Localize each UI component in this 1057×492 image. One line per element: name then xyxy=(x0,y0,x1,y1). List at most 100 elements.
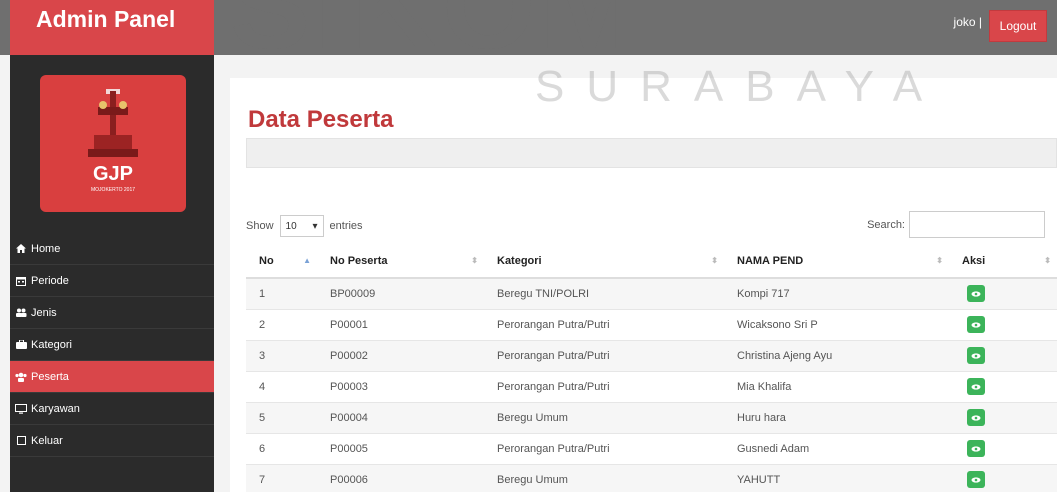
briefcase-icon xyxy=(14,340,28,349)
cell-kategori: Perorangan Putra/Putri xyxy=(484,339,724,371)
column-header-no-peserta[interactable]: No Peserta ⬍ xyxy=(317,244,484,279)
view-button[interactable] xyxy=(967,316,985,333)
show-label: Show xyxy=(246,220,274,232)
user-name: joko | xyxy=(953,15,982,29)
panel-header xyxy=(246,138,1057,168)
brand-title: Admin Panel xyxy=(10,0,214,55)
eye-icon xyxy=(971,291,981,297)
logo-subtext: MOJOKERTO 2017 xyxy=(91,187,135,193)
group-icon xyxy=(14,372,28,382)
cell-kategori: Perorangan Putra/Putri xyxy=(484,308,724,340)
table-row: 3 P00002 Perorangan Putra/Putri Christin… xyxy=(246,339,1057,371)
entries-value: 10 xyxy=(285,220,297,232)
cell-nama-pend: Huru hara xyxy=(724,401,949,433)
table-row: 2 P00001 Perorangan Putra/Putri Wicakson… xyxy=(246,308,1057,340)
table-row: 7 P00006 Beregu Umum YAHUTT xyxy=(246,463,1057,492)
cell-no-peserta: P00005 xyxy=(317,432,484,464)
chevron-down-icon: ▾ xyxy=(312,220,318,232)
table-row: 4 P00003 Perorangan Putra/Putri Mia Khal… xyxy=(246,370,1057,402)
sidebar-item-label: Jenis xyxy=(31,306,57,319)
home-icon xyxy=(14,244,28,253)
sort-icon: ⬍ xyxy=(471,256,478,265)
column-header-aksi[interactable]: Aksi ⬍ xyxy=(949,244,1057,279)
view-button[interactable] xyxy=(967,347,985,364)
sidebar-item-label: Home xyxy=(31,242,61,255)
cell-nama-pend: Wicaksono Sri P xyxy=(724,308,949,340)
sort-icon: ⬍ xyxy=(936,256,943,265)
cell-no: 2 xyxy=(246,308,317,340)
eye-icon xyxy=(971,445,981,452)
watermark: SURABAYA xyxy=(535,62,945,111)
cell-kategori: Beregu Umum xyxy=(484,401,724,433)
sidebar-item-karyawan[interactable]: Karyawan xyxy=(10,393,214,425)
cell-nama-pend: YAHUTT xyxy=(724,463,949,492)
table-row: 5 P00004 Beregu Umum Huru hara xyxy=(246,401,1057,433)
main-content: Data Peserta Show 10 ▾ entries Search: N… xyxy=(230,78,1057,492)
search-input[interactable] xyxy=(909,211,1045,238)
table-header-row: No ▲ No Peserta ⬍ Kategori ⬍ NAMA PEND ⬍ Aks… xyxy=(246,244,1057,279)
cell-nama-pend: Mia Khalifa xyxy=(724,370,949,402)
cell-aksi xyxy=(949,308,1057,340)
cell-no: 3 xyxy=(246,339,317,371)
search-control: Search: xyxy=(867,211,1045,238)
sidebar-item-keluar[interactable]: Keluar xyxy=(10,425,214,457)
sidebar-item-periode[interactable]: Periode xyxy=(10,265,214,297)
eye-icon xyxy=(971,352,981,359)
cell-aksi xyxy=(949,432,1057,464)
entries-length-control: Show 10 ▾ entries xyxy=(246,215,363,237)
cell-nama-pend: Christina Ajeng Ayu xyxy=(724,339,949,371)
cell-kategori: Perorangan Putra/Putri xyxy=(484,370,724,402)
cell-kategori: Beregu TNI/POLRI xyxy=(484,277,724,309)
column-header-kategori[interactable]: Kategori ⬍ xyxy=(484,244,724,279)
cell-no-peserta: P00001 xyxy=(317,308,484,340)
sort-icon: ⬍ xyxy=(711,256,718,265)
cell-no-peserta: P00003 xyxy=(317,370,484,402)
cell-no: 1 xyxy=(246,277,317,309)
cell-no: 4 xyxy=(246,370,317,402)
entries-label: entries xyxy=(329,220,363,232)
cell-aksi xyxy=(949,339,1057,371)
cell-kategori: Perorangan Putra/Putri xyxy=(484,432,724,464)
column-header-no[interactable]: No ▲ xyxy=(246,244,317,279)
entries-select[interactable]: 10 ▾ xyxy=(279,215,324,237)
peserta-table: No ▲ No Peserta ⬍ Kategori ⬍ NAMA PEND ⬍ Aks… xyxy=(246,244,1057,492)
cell-no: 6 xyxy=(246,432,317,464)
column-header-nama-pend[interactable]: NAMA PEND ⬍ xyxy=(724,244,949,279)
users-icon xyxy=(14,308,28,317)
monitor-icon xyxy=(14,403,28,414)
eye-icon xyxy=(971,383,981,390)
cell-no-peserta: P00002 xyxy=(317,339,484,371)
monument-logo-icon: GJP MOJOKERTO 2017 xyxy=(88,88,138,193)
view-button[interactable] xyxy=(967,440,985,457)
cell-aksi xyxy=(949,277,1057,309)
cell-nama-pend: Gusnedi Adam xyxy=(724,432,949,464)
sidebar-item-home[interactable]: Home xyxy=(10,233,214,265)
calendar-icon xyxy=(14,276,28,286)
sidebar-item-label: Periode xyxy=(31,274,69,287)
cell-kategori: Beregu Umum xyxy=(484,463,724,492)
eye-icon xyxy=(971,321,981,328)
view-button[interactable] xyxy=(967,409,985,426)
sidebar-item-peserta[interactable]: Peserta xyxy=(10,361,214,393)
cell-aksi xyxy=(949,401,1057,433)
cell-nama-pend: Kompi 717 xyxy=(724,277,949,309)
logout-button[interactable]: Logout xyxy=(989,10,1047,42)
sidebar-nav: Home Periode Jenis Kategori Peserta Kary… xyxy=(10,233,214,457)
logo: GJP MOJOKERTO 2017 xyxy=(40,75,186,212)
sidebar: GJP MOJOKERTO 2017 Home Periode Jenis Ka… xyxy=(10,55,214,492)
sidebar-item-label: Keluar xyxy=(31,434,63,447)
view-button[interactable] xyxy=(967,378,985,395)
sidebar-item-jenis[interactable]: Jenis xyxy=(10,297,214,329)
sort-icon: ⬍ xyxy=(1044,256,1051,265)
view-button[interactable] xyxy=(967,285,985,303)
table-row: 6 P00005 Perorangan Putra/Putri Gusnedi … xyxy=(246,432,1057,464)
cell-no-peserta: BP00009 xyxy=(317,277,484,309)
cell-no-peserta: P00004 xyxy=(317,401,484,433)
eye-icon xyxy=(971,414,981,421)
cell-aksi xyxy=(949,370,1057,402)
cell-no-peserta: P00006 xyxy=(317,463,484,492)
square-icon xyxy=(14,436,28,445)
search-label: Search: xyxy=(867,218,905,231)
sidebar-item-kategori[interactable]: Kategori xyxy=(10,329,214,361)
view-button[interactable] xyxy=(967,471,985,489)
